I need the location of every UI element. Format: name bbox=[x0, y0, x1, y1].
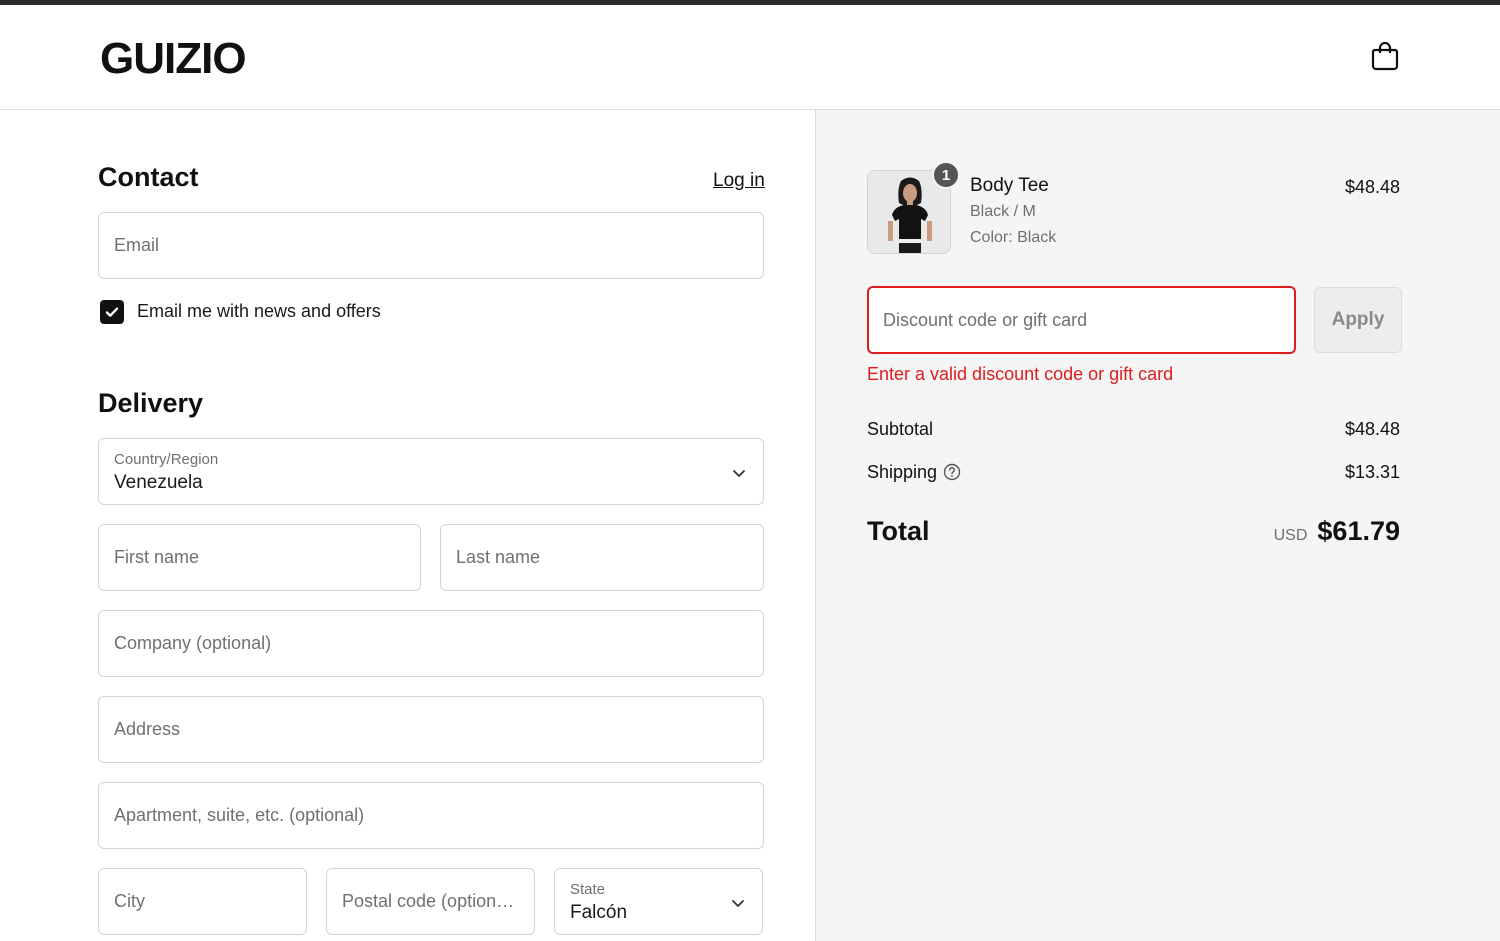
address-field[interactable] bbox=[98, 696, 764, 763]
address-input[interactable] bbox=[99, 697, 763, 762]
discount-input[interactable] bbox=[869, 288, 1294, 352]
total-value: $61.79 bbox=[1317, 516, 1400, 546]
state-select-label: State bbox=[570, 881, 606, 898]
apartment-field[interactable] bbox=[98, 782, 764, 849]
postal-code-input[interactable] bbox=[327, 869, 534, 934]
product-color: Color: Black bbox=[970, 229, 1057, 246]
product-price: $48.48 bbox=[1344, 177, 1400, 197]
marketing-checkbox[interactable] bbox=[100, 300, 124, 324]
state-select-value: Falcón bbox=[570, 902, 628, 923]
subtotal-label: Subtotal bbox=[867, 419, 934, 439]
delivery-heading: Delivery bbox=[98, 388, 204, 418]
city-input[interactable] bbox=[99, 869, 306, 934]
country-select-label: Country/Region bbox=[114, 451, 219, 468]
discount-error-message: Enter a valid discount code or gift card bbox=[867, 364, 1174, 384]
quantity-badge: 1 bbox=[932, 161, 960, 189]
checkmark-icon bbox=[105, 307, 119, 317]
cart-button[interactable] bbox=[1368, 39, 1402, 73]
last-name-field[interactable] bbox=[440, 524, 764, 591]
first-name-input[interactable] bbox=[99, 525, 420, 590]
discount-field[interactable] bbox=[867, 286, 1296, 354]
total-label: Total bbox=[867, 516, 930, 546]
order-summary: 1 Body Tee Black / M Color: Black $48.48… bbox=[815, 110, 1500, 941]
city-field[interactable] bbox=[98, 868, 307, 935]
apartment-input[interactable] bbox=[99, 783, 763, 848]
marketing-checkbox-label[interactable]: Email me with news and offers bbox=[137, 301, 381, 322]
product-variant: Black / M bbox=[970, 203, 1036, 220]
product-name: Body Tee bbox=[970, 175, 1049, 196]
shipping-row: Shipping bbox=[867, 462, 961, 483]
currency-code: USD bbox=[1273, 527, 1308, 544]
shipping-label: Shipping bbox=[867, 462, 938, 482]
email-field[interactable] bbox=[98, 212, 764, 279]
total-amount: USD $61.79 bbox=[1274, 516, 1400, 547]
chevron-down-icon bbox=[732, 900, 744, 907]
shipping-value: $13.31 bbox=[1344, 462, 1400, 482]
postal-code-field[interactable] bbox=[326, 868, 535, 935]
company-field[interactable] bbox=[98, 610, 764, 677]
checkout-form: Contact Log in Email me with news and of… bbox=[0, 110, 815, 941]
country-select-value: Venezuela bbox=[114, 472, 203, 493]
store-logo[interactable]: GUIZIO bbox=[100, 34, 247, 84]
state-select[interactable]: State Falcón bbox=[554, 868, 763, 935]
last-name-input[interactable] bbox=[441, 525, 763, 590]
chevron-down-icon bbox=[733, 470, 745, 477]
company-input[interactable] bbox=[99, 611, 763, 676]
subtotal-value: $48.48 bbox=[1344, 419, 1400, 439]
apply-discount-button[interactable]: Apply bbox=[1314, 287, 1402, 353]
first-name-field[interactable] bbox=[98, 524, 421, 591]
contact-heading: Contact bbox=[98, 162, 199, 192]
site-header: GUIZIO bbox=[0, 5, 1500, 110]
email-input[interactable] bbox=[99, 213, 763, 278]
country-select[interactable]: Country/Region Venezuela bbox=[98, 438, 764, 505]
help-icon[interactable] bbox=[943, 463, 961, 481]
login-link[interactable]: Log in bbox=[713, 170, 765, 192]
shopping-bag-icon bbox=[1371, 41, 1399, 71]
